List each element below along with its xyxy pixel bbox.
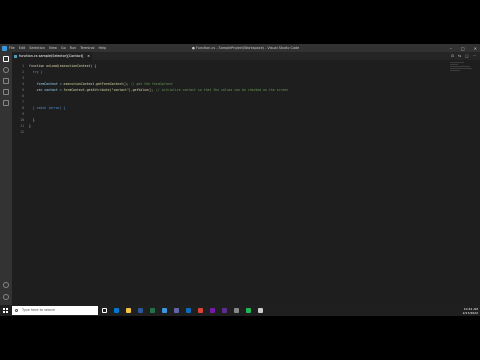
windows-taskbar: Type here to search 10:41 AM 2/17/2022 xyxy=(0,305,480,316)
task-view-icon[interactable] xyxy=(102,308,107,313)
chrome-icon[interactable] xyxy=(198,308,203,313)
window-controls: – □ ✕ xyxy=(450,46,477,51)
line-number: 3 xyxy=(22,76,24,80)
maximize-icon[interactable]: □ xyxy=(461,46,465,51)
windows-start-icon[interactable] xyxy=(3,308,8,313)
menu-bar: File Edit Selection View Go Run Terminal… xyxy=(9,46,106,50)
tab-bar: function.cs sample(Selector)[Contact] × … xyxy=(12,52,480,60)
extensions-icon[interactable] xyxy=(3,100,9,106)
system-tray-clock[interactable]: 10:41 AM 2/17/2022 xyxy=(463,305,478,315)
menu-selection[interactable]: Selection xyxy=(29,46,45,50)
spotify-icon[interactable] xyxy=(246,308,251,313)
code-line: } xyxy=(29,124,31,128)
minimize-icon[interactable]: – xyxy=(450,46,452,51)
menu-view[interactable]: View xyxy=(49,46,57,50)
menu-terminal[interactable]: Terminal xyxy=(80,46,94,50)
clock-time: 10:41 AM xyxy=(463,306,478,311)
line-number: 9 xyxy=(22,112,24,116)
minimap-line xyxy=(450,70,460,71)
editor-actions: ⊡ ⇆ □ ··· xyxy=(451,52,476,60)
tab-close-icon[interactable]: × xyxy=(87,52,90,60)
word-icon[interactable] xyxy=(138,308,143,313)
split-editor-icon[interactable]: □ xyxy=(465,52,468,60)
line-number: 6 xyxy=(22,94,24,98)
line-number: 2 xyxy=(22,70,24,74)
tab-label: function.cs sample(Selector)[Contact] xyxy=(19,54,84,58)
code-comment: // initialize contact so that the values… xyxy=(153,88,289,92)
code-line: } xyxy=(29,118,35,122)
code-token: formContext.getAttribute("contact").getV… xyxy=(63,88,154,92)
search-placeholder: Type here to search xyxy=(22,308,56,312)
account-icon[interactable] xyxy=(3,282,9,288)
compare-icon[interactable]: ⇆ xyxy=(458,52,461,60)
menu-edit[interactable]: Edit xyxy=(19,46,26,50)
menu-go[interactable]: Go xyxy=(61,46,66,50)
line-number: 5 xyxy=(22,88,24,92)
code-line: var contact = formContext.getAttribute("… xyxy=(29,88,288,92)
close-icon[interactable]: ✕ xyxy=(474,46,477,51)
menu-help[interactable]: Help xyxy=(99,46,107,50)
tab-function-cs[interactable]: function.cs sample(Selector)[Contact] × xyxy=(12,52,92,60)
open-changes-icon[interactable]: ⊡ xyxy=(451,52,454,60)
clock-date: 2/17/2022 xyxy=(462,310,478,315)
title-bar: File Edit Selection View Go Run Terminal… xyxy=(0,44,480,52)
minimap-line xyxy=(450,66,470,67)
source-control-icon[interactable] xyxy=(3,78,9,84)
search-icon[interactable] xyxy=(3,67,9,73)
code-line: function onLoad(executionContext) { xyxy=(29,64,97,68)
menu-run[interactable]: Run xyxy=(70,46,77,50)
line-number: 1 xyxy=(22,64,24,68)
vscode-logo-icon xyxy=(2,45,7,51)
code-token: executionContext.getFormContext(); xyxy=(63,82,129,86)
explorer-icon[interactable] xyxy=(3,56,9,62)
menu-file[interactable]: File xyxy=(9,46,15,50)
onenote-icon[interactable] xyxy=(210,308,215,313)
vscode-taskbar-icon[interactable] xyxy=(162,308,167,313)
outlook-icon[interactable] xyxy=(186,308,191,313)
minimap-line xyxy=(450,64,458,65)
line-number: 8 xyxy=(22,106,24,110)
run-debug-icon[interactable] xyxy=(3,89,9,95)
file-type-icon xyxy=(14,54,17,58)
minimap[interactable] xyxy=(450,62,472,76)
settings-app-icon[interactable] xyxy=(234,308,239,313)
window-title: ● Function.cs - SampleProject(Workspace)… xyxy=(192,46,300,50)
app-icon[interactable] xyxy=(258,308,263,313)
activity-bar xyxy=(0,52,12,307)
code-comment: // get the formContext xyxy=(128,82,173,86)
excel-icon[interactable] xyxy=(150,308,155,313)
taskbar-search[interactable]: Type here to search xyxy=(12,306,98,315)
minimap-line xyxy=(450,68,472,69)
code-line: } catch (error) { xyxy=(29,106,66,110)
vscode-window: File Edit Selection View Go Run Terminal… xyxy=(0,44,480,316)
line-number: 12 xyxy=(20,130,24,134)
gear-icon[interactable] xyxy=(3,294,9,300)
line-number: 11 xyxy=(20,124,24,128)
search-icon xyxy=(15,308,18,312)
more-actions-icon[interactable]: ··· xyxy=(473,52,476,60)
file-explorer-icon[interactable] xyxy=(126,308,131,313)
line-number: 10 xyxy=(20,118,24,122)
taskbar-background: Type here to search 10:41 AM 2/17/2022 xyxy=(0,305,480,316)
line-number: 4 xyxy=(22,82,24,86)
code-editor[interactable]: 1 2 3 4 5 6 7 8 9 10 11 12 function onLo… xyxy=(12,60,480,307)
code-token: var contact = xyxy=(29,88,64,92)
edge-icon[interactable] xyxy=(114,308,119,313)
code-line: formContext = executionContext.getFormCo… xyxy=(29,82,173,86)
visual-studio-icon[interactable] xyxy=(222,308,227,313)
code-line: try { xyxy=(29,70,43,74)
minimap-line xyxy=(450,62,464,63)
code-token: formContext = xyxy=(29,82,64,86)
line-number: 7 xyxy=(22,100,24,104)
teams-icon[interactable] xyxy=(174,308,179,313)
